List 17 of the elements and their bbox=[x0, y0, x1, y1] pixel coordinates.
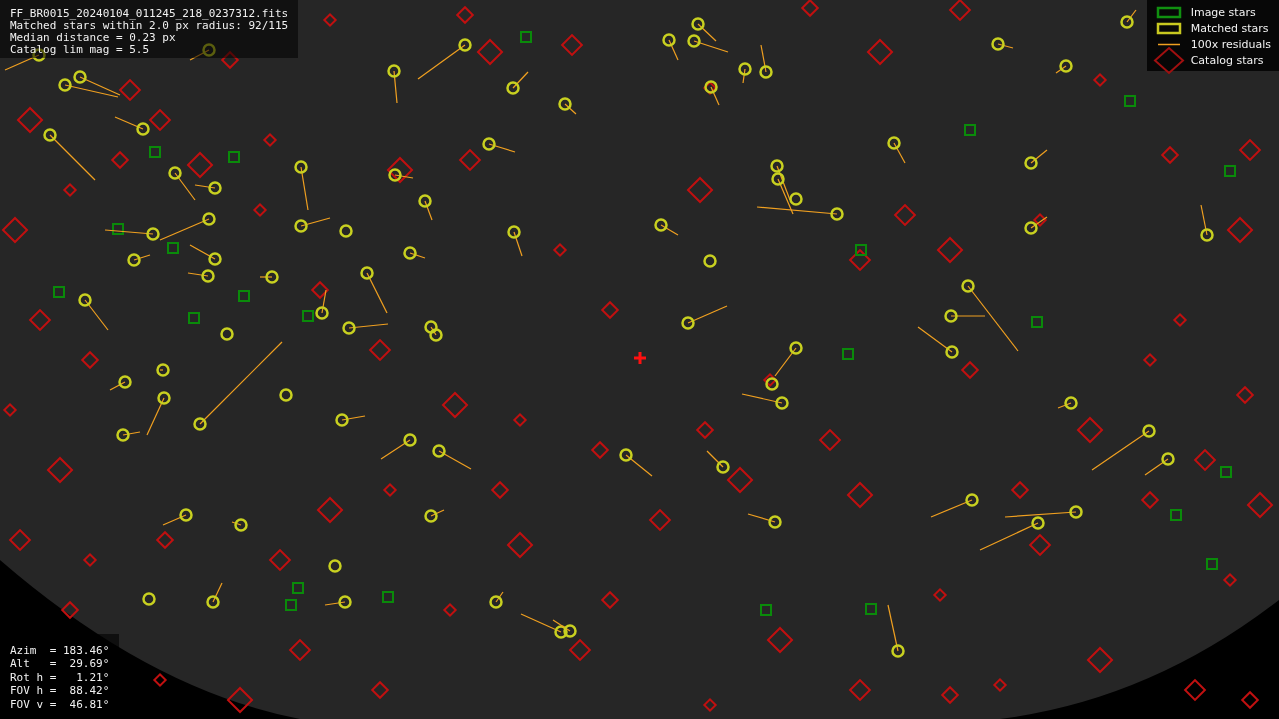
info-text: Median distance = 0.23 px bbox=[10, 32, 177, 44]
pointing-readout: FOV v = 46.81° bbox=[10, 697, 110, 711]
pointing-readout: Alt = 29.69° bbox=[10, 657, 110, 671]
pointing-readout: FOV h = 88.42° bbox=[10, 684, 110, 698]
catalog-legend-icon bbox=[1154, 47, 1183, 74]
pointing-readout: Rot h = 1.21° bbox=[10, 670, 110, 684]
legend-label: Catalog stars bbox=[1190, 54, 1264, 67]
info-text: Catalog lim mag = 5.5 bbox=[10, 44, 151, 56]
pointing-readout: Azim = 183.46° bbox=[10, 643, 110, 657]
legend-label: Matched stars bbox=[1190, 22, 1269, 35]
legend-label: 100x residuals bbox=[1190, 38, 1271, 51]
info-text: Matched stars within 2.0 px radius: 92/115 bbox=[10, 20, 289, 32]
matched-legend-icon bbox=[1154, 22, 1183, 35]
legend-label: Image stars bbox=[1190, 6, 1256, 19]
image-legend-icon bbox=[1154, 6, 1183, 19]
info-text: FF_BR0015_20240104_011245_218_0237312.fits bbox=[10, 8, 289, 20]
crosshair-icon bbox=[632, 350, 648, 366]
